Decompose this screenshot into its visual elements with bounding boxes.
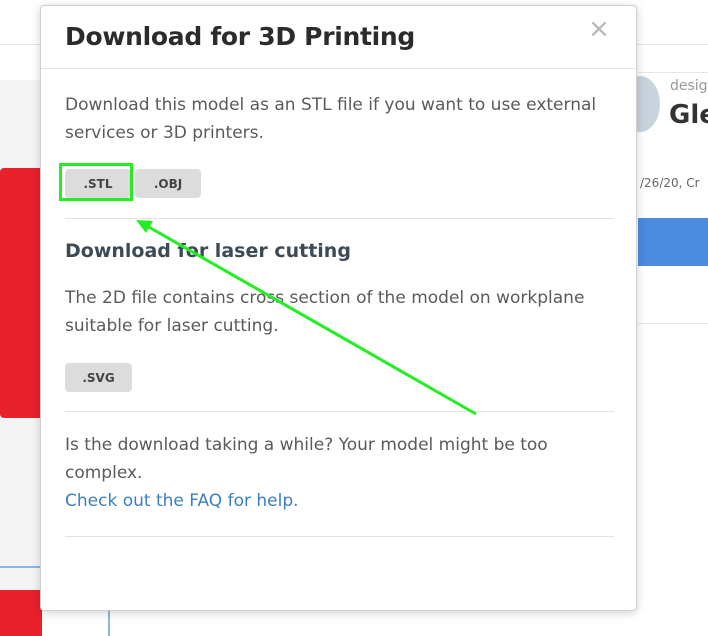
stl-description: Download this model as an STL file if yo… [65,95,597,143]
download-modal: Download for 3D Printing × Download this… [40,5,637,611]
modal-title: Download for 3D Printing [65,22,416,51]
designer-label: design [670,78,708,94]
faq-link[interactable]: Check out the FAQ for help. [65,487,299,515]
designer-name: Gle [669,100,708,130]
laser-cutting-description: The 2D file contains cross section of th… [65,288,585,336]
laser-cutting-title: Download for laser cutting [65,240,351,262]
section-divider [65,411,614,412]
download-stl-button[interactable]: .STL [65,169,131,198]
background-red-model-part [0,590,42,636]
background-action-button [638,218,708,266]
close-icon[interactable]: × [586,16,612,42]
download-obj-button[interactable]: .OBJ [135,169,201,198]
design-date: /26/20, Cr [640,176,700,190]
modal-header: Download for 3D Printing × [41,6,636,69]
background-red-model [0,168,42,418]
help-text: Is the download taking a while? Your mod… [65,435,548,483]
download-svg-button[interactable]: .SVG [65,363,132,392]
section-divider [65,218,614,219]
section-divider [65,536,614,537]
